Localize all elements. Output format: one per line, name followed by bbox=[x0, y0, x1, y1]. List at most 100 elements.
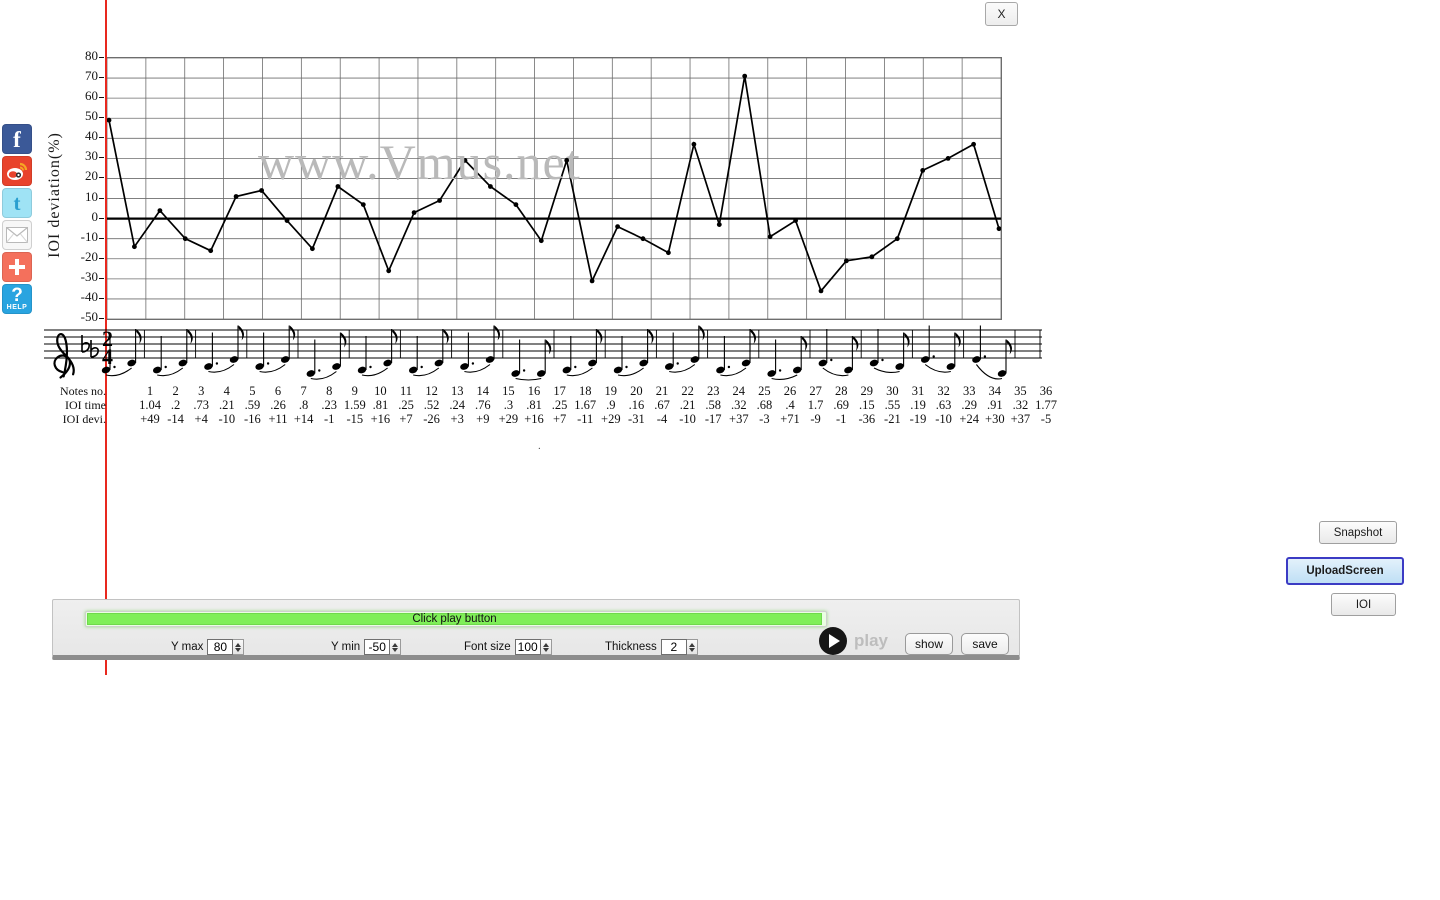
note-flag bbox=[443, 329, 449, 344]
table-cell: .16 bbox=[628, 398, 645, 412]
table-cell: 13 bbox=[450, 384, 464, 398]
key-signature-flats bbox=[81, 335, 99, 358]
table-cell: .32 bbox=[730, 398, 747, 412]
y-tick-label: -10 bbox=[80, 228, 98, 244]
row-label-ioi-time: IOI time bbox=[65, 398, 106, 412]
table-cell: .32 bbox=[1012, 398, 1029, 412]
table-cell: +49 bbox=[140, 412, 160, 426]
table-cell: 24 bbox=[732, 384, 746, 398]
data-point bbox=[462, 158, 468, 163]
y-tick-mark bbox=[99, 217, 104, 219]
table-cell: .4 bbox=[785, 398, 795, 412]
augmentation-dot bbox=[318, 369, 321, 372]
table-cell: 28 bbox=[834, 384, 848, 398]
font-size-input[interactable] bbox=[514, 639, 541, 655]
save-button[interactable]: save bbox=[961, 633, 1009, 655]
table-cell: 22 bbox=[681, 384, 694, 398]
table-cell: 17 bbox=[553, 384, 566, 398]
staff-svg: 2 4 bbox=[44, 325, 1042, 381]
table-cell: -21 bbox=[884, 412, 901, 426]
table-cell: 4 bbox=[223, 384, 230, 398]
table-cell: -26 bbox=[423, 412, 440, 426]
y-axis-ticks: 80 70 60 50 40 30 20 10 0 -10 -20 -30 -40 -50 bbox=[64, 0, 98, 340]
table-cell: .52 bbox=[423, 398, 440, 412]
upload-screen-button[interactable]: UploadScreen bbox=[1286, 557, 1404, 585]
table-cell: .15 bbox=[858, 398, 875, 412]
data-point bbox=[742, 73, 748, 79]
y-tick-mark bbox=[99, 77, 104, 79]
show-button[interactable]: show bbox=[905, 633, 953, 655]
table-cell: +71 bbox=[780, 412, 800, 426]
thickness-spin-arrows[interactable] bbox=[686, 639, 698, 655]
data-point bbox=[157, 208, 163, 214]
note-flag bbox=[494, 325, 500, 341]
note-flag bbox=[341, 332, 347, 348]
y-min-label: Y min bbox=[331, 641, 361, 653]
table-cell: -19 bbox=[909, 412, 927, 426]
table-cell: 2 bbox=[172, 384, 179, 398]
note-flag bbox=[648, 329, 654, 344]
data-point bbox=[488, 184, 493, 189]
note-flag bbox=[853, 336, 859, 351]
table-cell: .58 bbox=[705, 398, 721, 412]
table-cell: .25 bbox=[398, 398, 414, 412]
augmentation-dot bbox=[266, 362, 270, 365]
data-point bbox=[182, 236, 188, 242]
y-min-input[interactable] bbox=[364, 639, 391, 655]
augmentation-dot bbox=[727, 365, 731, 369]
note-flag bbox=[904, 332, 910, 348]
table-cell: 1.67 bbox=[574, 398, 597, 412]
table-cell: +7 bbox=[552, 412, 567, 426]
table-cell: .68 bbox=[756, 398, 773, 412]
table-cell: .21 bbox=[218, 398, 235, 412]
table-cell: 26 bbox=[783, 384, 797, 398]
table-cell: +37 bbox=[1010, 412, 1031, 426]
snapshot-button[interactable]: Snapshot bbox=[1319, 521, 1397, 544]
thickness-input[interactable] bbox=[660, 639, 687, 655]
font-size-control: Font size bbox=[464, 639, 552, 655]
table-cell: .63 bbox=[935, 398, 952, 412]
data-point bbox=[564, 158, 570, 163]
y-min-spin-arrows[interactable] bbox=[390, 639, 402, 655]
table-cell: .67 bbox=[654, 398, 670, 412]
data-point bbox=[335, 184, 341, 189]
table-cell: -10 bbox=[218, 412, 236, 426]
table-cell: -31 bbox=[628, 412, 645, 426]
table-cell: 1.59 bbox=[343, 398, 366, 412]
data-point bbox=[844, 258, 849, 264]
table-cell: 1.04 bbox=[139, 398, 161, 412]
table-cell: +30 bbox=[985, 412, 1005, 426]
font-size-spin-arrows[interactable] bbox=[540, 639, 552, 655]
table-cell: 34 bbox=[988, 384, 1002, 398]
table-cell: +16 bbox=[524, 412, 544, 426]
y-tick-label: -20 bbox=[80, 248, 98, 264]
font-size-stepper[interactable] bbox=[514, 639, 552, 655]
data-point bbox=[437, 198, 442, 203]
table-cell: 20 bbox=[630, 384, 643, 398]
y-min-stepper[interactable] bbox=[364, 639, 402, 655]
table-cell: 1.77 bbox=[1035, 398, 1057, 412]
note-data-table: Notes no. 1 2 3 4 5 6 7 8 9 10 11 12 13 14 15 16 17 18 19 2… bbox=[44, 384, 1057, 426]
note-flag bbox=[699, 325, 705, 341]
thickness-stepper[interactable] bbox=[660, 639, 698, 655]
note-flag bbox=[392, 329, 398, 344]
table-cell: 32 bbox=[937, 384, 950, 398]
data-point bbox=[411, 210, 417, 216]
table-cell: 7 bbox=[300, 384, 307, 398]
y-max-input[interactable] bbox=[207, 639, 234, 655]
ioi-button[interactable]: IOI bbox=[1331, 593, 1396, 616]
table-cell: 30 bbox=[886, 384, 899, 398]
note-flag bbox=[545, 339, 552, 355]
play-button[interactable]: play bbox=[819, 627, 888, 655]
play-icon bbox=[819, 627, 847, 655]
y-max-spin-arrows[interactable] bbox=[233, 639, 245, 655]
progress-bar[interactable]: Click play button bbox=[85, 611, 827, 627]
data-point bbox=[793, 218, 798, 224]
data-point bbox=[259, 188, 264, 193]
data-point bbox=[716, 222, 722, 228]
augmentation-dot bbox=[113, 365, 116, 369]
table-cell: 1.7 bbox=[807, 398, 824, 412]
y-max-stepper[interactable] bbox=[207, 639, 245, 655]
thickness-control: Thickness bbox=[605, 639, 698, 655]
note-flag bbox=[750, 329, 756, 344]
